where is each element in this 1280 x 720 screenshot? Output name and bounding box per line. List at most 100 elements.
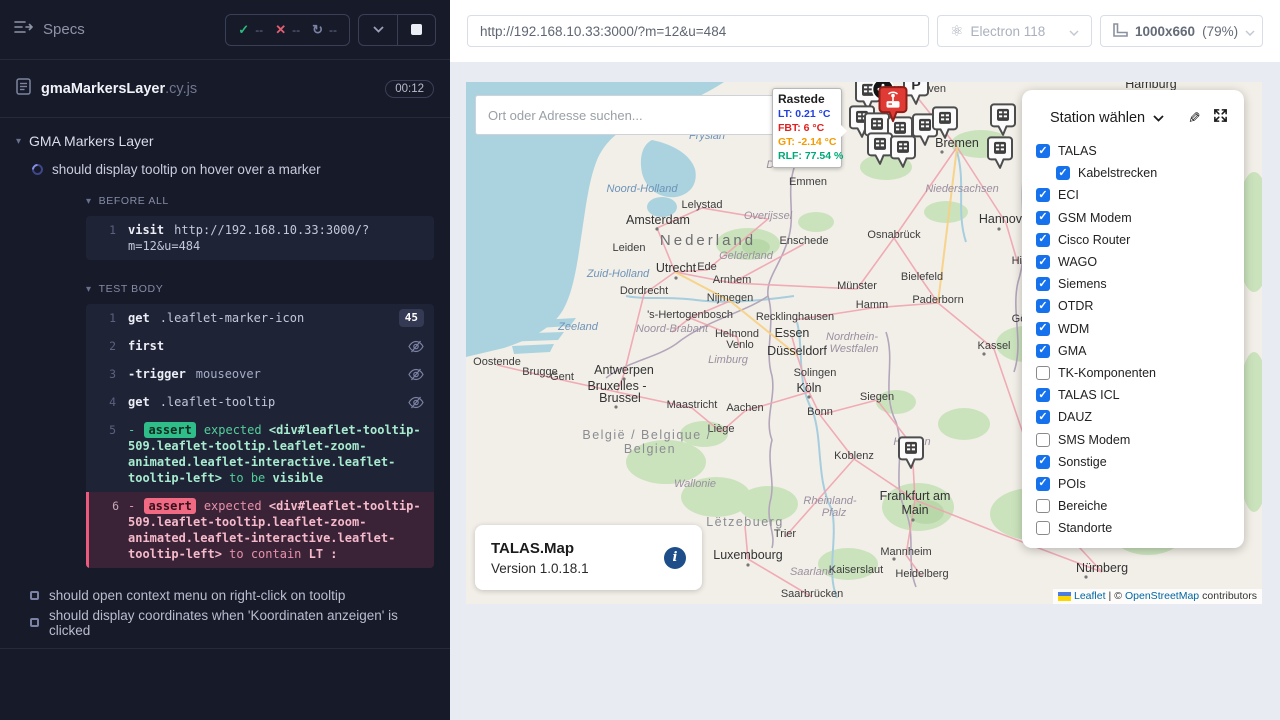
checkbox-checked-icon[interactable]: ✓ xyxy=(1036,277,1050,291)
layer-checkbox-row[interactable]: ✓OTDR xyxy=(1036,295,1230,317)
pending-test-row[interactable]: should display coordinates when 'Koordin… xyxy=(0,609,450,636)
alert-station-marker-pin[interactable] xyxy=(878,85,908,128)
tooltip-measurement: GT: -2.14 °C xyxy=(778,135,836,149)
svg-text:Nürnberg: Nürnberg xyxy=(1076,561,1128,575)
svg-text:'s-Hertogenbosch: 's-Hertogenbosch xyxy=(647,309,733,321)
map-search-box[interactable] xyxy=(475,95,775,135)
stop-icon xyxy=(411,24,422,35)
layer-checkbox-row[interactable]: ✓Kabelstrecken xyxy=(1036,162,1230,184)
map-attribution: Leaflet | © OpenStreetMap contributors xyxy=(1053,589,1262,604)
checkbox-checked-icon[interactable]: ✓ xyxy=(1036,410,1050,424)
svg-text:Noord-Brabant: Noord-Brabant xyxy=(636,323,709,335)
station-select-dropdown[interactable]: Station wählen xyxy=(1050,110,1164,126)
layer-checkbox-row[interactable]: SMS Modem xyxy=(1036,428,1230,450)
svg-text:Heidelberg: Heidelberg xyxy=(895,568,948,580)
runner-panel: ⚛ Electron 118 1000x660 (79%) xyxy=(450,0,1280,720)
svg-text:Rheinland-: Rheinland- xyxy=(803,495,857,507)
layer-checkbox-row[interactable]: ✓Sonstige xyxy=(1036,451,1230,473)
svg-text:Mannheim: Mannheim xyxy=(880,546,931,558)
assert-row-passed[interactable]: 5- assertexpected <div#leaflet-tooltip-5… xyxy=(86,416,434,492)
command-row[interactable]: 4get.leaflet-tooltip xyxy=(86,388,434,416)
svg-text:Köln: Köln xyxy=(796,381,821,395)
test-body-header[interactable]: ▾ TEST BODY xyxy=(86,276,450,302)
checkbox-checked-icon[interactable]: ✓ xyxy=(1036,188,1050,202)
running-test-row[interactable]: should display tooltip on hover over a m… xyxy=(0,154,450,184)
browser-select[interactable]: ⚛ Electron 118 xyxy=(937,15,1092,47)
spec-file-row[interactable]: gmaMarkersLayer.cy.js 00:12 xyxy=(0,60,450,118)
layer-checkbox-row[interactable]: ✓POIs xyxy=(1036,473,1230,495)
checkbox-checked-icon[interactable]: ✓ xyxy=(1036,211,1050,225)
pending-tests: should open context menu on right-click … xyxy=(0,582,450,636)
checkbox-unchecked-icon[interactable] xyxy=(1036,366,1050,380)
checkbox-checked-icon[interactable]: ✓ xyxy=(1036,477,1050,491)
checkbox-checked-icon[interactable]: ✓ xyxy=(1036,233,1050,247)
layer-checkbox-row[interactable]: ✓GSM Modem xyxy=(1036,207,1230,229)
app-version: Version 1.0.18.1 xyxy=(491,561,589,576)
checkbox-unchecked-icon[interactable] xyxy=(1036,433,1050,447)
url-input[interactable] xyxy=(480,24,916,39)
command-row[interactable]: 1get.leaflet-marker-icon45 xyxy=(86,304,434,332)
station-marker-pin[interactable] xyxy=(898,436,924,475)
svg-text:Solingen: Solingen xyxy=(794,367,837,379)
layer-label: GMA xyxy=(1058,344,1086,358)
stop-button[interactable] xyxy=(397,15,435,45)
layer-checkbox-row[interactable]: ✓TALAS ICL xyxy=(1036,384,1230,406)
checkbox-checked-icon[interactable]: ✓ xyxy=(1056,166,1070,180)
map-search-input[interactable] xyxy=(488,108,762,123)
viewport-select[interactable]: 1000x660 (79%) xyxy=(1100,15,1263,47)
layer-checkbox-row[interactable]: ✓ WDM xyxy=(1036,318,1230,340)
svg-text:Osnabrück: Osnabrück xyxy=(867,229,921,241)
edit-pencil-icon[interactable]: ✎ xyxy=(1188,109,1201,127)
station-marker-pin[interactable] xyxy=(987,136,1013,175)
checkbox-checked-icon[interactable]: ✓ xyxy=(1036,455,1050,469)
pending-test-row[interactable]: should open context menu on right-click … xyxy=(0,582,450,609)
specs-menu-icon[interactable] xyxy=(14,20,33,39)
station-marker-pin[interactable] xyxy=(890,135,916,174)
layer-checkbox-row[interactable]: ✓ Siemens xyxy=(1036,273,1230,295)
layer-checkbox-row[interactable]: ✓ECI xyxy=(1036,184,1230,206)
checkbox-checked-icon[interactable]: ✓ xyxy=(1036,144,1050,158)
leaflet-link[interactable]: Leaflet xyxy=(1074,590,1106,602)
layer-label: Bereiche xyxy=(1058,499,1107,513)
layer-checkbox-row[interactable]: ✓ GMA xyxy=(1036,340,1230,362)
svg-text:Saarbrücken: Saarbrücken xyxy=(781,588,843,600)
url-bar[interactable] xyxy=(467,15,929,47)
command-row[interactable]: 3-triggermouseover xyxy=(86,360,434,388)
svg-text:Essen: Essen xyxy=(775,326,810,340)
osm-link[interactable]: OpenStreetMap xyxy=(1125,590,1199,602)
svg-text:Recklinghausen: Recklinghausen xyxy=(756,311,834,323)
map-viewport[interactable]: FryslânDrentheEmmenNoord-HollandLelystad… xyxy=(466,82,1262,604)
info-icon[interactable]: i xyxy=(664,547,686,569)
layer-checkbox-row[interactable]: TK-Komponenten xyxy=(1036,362,1230,384)
layer-checkbox-row[interactable]: Standorte xyxy=(1036,517,1230,539)
layer-checkbox-row[interactable]: ✓DAUZ xyxy=(1036,406,1230,428)
checkbox-unchecked-icon[interactable] xyxy=(1036,521,1050,535)
layer-checkbox-row[interactable]: ✓TALAS xyxy=(1036,140,1230,162)
fullscreen-expand-icon[interactable] xyxy=(1213,108,1228,128)
layer-checkbox-row[interactable]: ✓Cisco Router xyxy=(1036,229,1230,251)
station-marker-pin[interactable] xyxy=(932,106,958,145)
command-row[interactable]: 2first xyxy=(86,332,434,360)
test-stats: ✓-- ✕-- ↻-- xyxy=(225,14,350,46)
checkbox-checked-icon[interactable]: ✓ xyxy=(1036,344,1050,358)
svg-text:Limburg: Limburg xyxy=(708,354,749,366)
station-layer-panel: Station wählen ✎ ✓TALAS✓Kabelstrecken✓EC… xyxy=(1022,90,1244,548)
reporter-divider xyxy=(0,648,450,649)
layer-label: WDM xyxy=(1058,322,1089,336)
command-row[interactable]: 1visithttp://192.168.10.33:3000/?m=12&u=… xyxy=(86,216,434,260)
checkbox-checked-icon[interactable]: ✓ xyxy=(1036,255,1050,269)
marker-tooltip[interactable]: Rastede LT: 0.21 °CFBT: 6 °CGT: -2.14 °C… xyxy=(772,88,842,168)
checkbox-unchecked-icon[interactable] xyxy=(1036,499,1050,513)
layer-checkbox-row[interactable]: ✓WAGO xyxy=(1036,251,1230,273)
checkbox-checked-icon[interactable]: ✓ xyxy=(1036,299,1050,313)
collapse-button[interactable] xyxy=(359,15,397,45)
suite-row[interactable]: ▾ GMA Markers Layer xyxy=(0,128,450,154)
assert-row-failed[interactable]: 6- assertexpected <div#leaflet-tooltip-5… xyxy=(86,492,434,568)
layer-label: Siemens xyxy=(1058,277,1107,291)
checkbox-checked-icon[interactable]: ✓ xyxy=(1036,388,1050,402)
checkbox-checked-icon[interactable]: ✓ xyxy=(1036,322,1050,336)
layer-checkbox-row[interactable]: Bereiche xyxy=(1036,495,1230,517)
before-all-header[interactable]: ▾ BEFORE ALL xyxy=(86,188,450,214)
hidden-eye-icon xyxy=(408,366,424,382)
svg-text:Siegen: Siegen xyxy=(860,391,894,403)
